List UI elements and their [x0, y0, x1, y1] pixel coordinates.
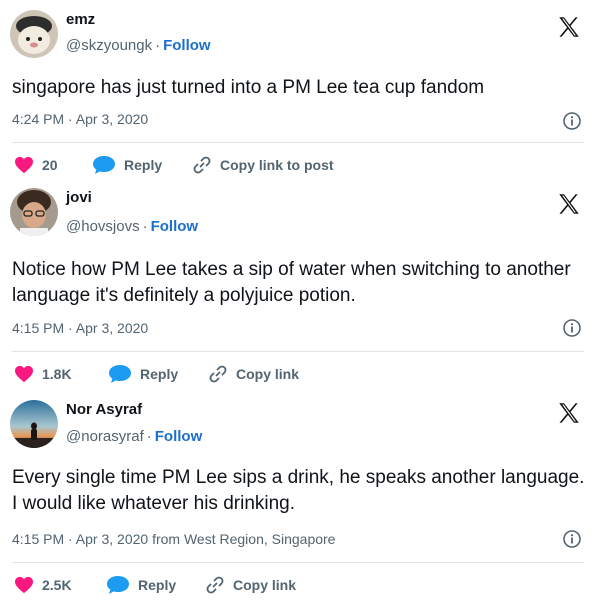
reply-bubble-icon	[109, 365, 131, 383]
display-name[interactable]: jovi	[66, 189, 92, 206]
divider	[12, 562, 584, 563]
copy-link-button[interactable]: Copy link	[205, 573, 296, 597]
tweet-text: singapore has just turned into a PM Lee …	[12, 77, 485, 98]
display-name[interactable]: Nor Asyraf	[66, 401, 142, 418]
user-handle[interactable]: @norasyraf	[66, 428, 144, 445]
reply-button[interactable]: Reply	[108, 362, 178, 386]
reply-button[interactable]: Reply	[92, 153, 162, 177]
divider	[12, 351, 584, 352]
heart-icon	[15, 156, 33, 174]
info-icon[interactable]	[562, 529, 582, 549]
x-logo-icon[interactable]	[556, 191, 582, 217]
heart-icon	[15, 576, 33, 594]
user-handle[interactable]: @hovsjovs	[66, 218, 140, 235]
display-name[interactable]: emz	[66, 11, 95, 28]
x-logo-icon[interactable]	[556, 14, 582, 40]
action-bar: 20 Reply Copy link to post	[0, 153, 600, 177]
user-handle[interactable]: @skzyoungk	[66, 37, 152, 54]
timestamp[interactable]: 4:15 PM · Apr 3, 2020	[12, 320, 148, 336]
copy-link-label: Copy link	[236, 366, 300, 382]
like-count: 2.5K	[42, 577, 72, 593]
copy-link-label: Copy link to post	[220, 157, 334, 173]
reply-label: Reply	[140, 366, 179, 382]
like-count: 1.8K	[42, 366, 72, 382]
avatar[interactable]	[10, 400, 58, 448]
like-button[interactable]: 2.5K	[14, 573, 72, 597]
x-logo-icon[interactable]	[556, 400, 582, 426]
tweet-card-nor-asyraf: Nor Asyraf @norasyraf · Follow Every singl…	[0, 390, 600, 600]
reply-button[interactable]: Reply	[106, 573, 176, 597]
timestamp[interactable]: 4:15 PM · Apr 3, 2020 from West Region, …	[12, 531, 335, 547]
avatar[interactable]	[10, 188, 58, 236]
copy-link-button[interactable]: Copy link to post	[192, 153, 334, 177]
reply-label: Reply	[124, 157, 163, 173]
info-icon[interactable]	[562, 111, 582, 131]
copy-link-button[interactable]: Copy link	[208, 362, 299, 386]
handle-line: @norasyraf · Follow	[66, 428, 203, 445]
tweet-card-jovi: jovi @hovsjovs · Follow Notice how PM Lee …	[0, 180, 600, 390]
heart-icon	[15, 365, 33, 383]
handle-line: @skzyoungk · Follow	[66, 37, 211, 54]
info-icon[interactable]	[562, 318, 582, 338]
tweet-text: Notice how PM Lee takes a sip of water w…	[12, 259, 571, 306]
link-icon	[209, 365, 227, 383]
like-count: 20	[42, 157, 58, 173]
reply-bubble-icon	[107, 576, 129, 594]
avatar[interactable]	[10, 10, 58, 58]
reply-bubble-icon	[93, 156, 115, 174]
divider	[12, 142, 584, 143]
follow-button[interactable]: Follow	[151, 218, 199, 235]
action-bar: 2.5K Reply Copy link	[0, 573, 600, 597]
handle-line: @hovsjovs · Follow	[66, 218, 199, 235]
copy-link-label: Copy link	[233, 577, 297, 593]
reply-label: Reply	[138, 577, 177, 593]
tweet-card-emz: emz @skzyoungk · Follow singapore has just…	[0, 0, 600, 180]
link-icon	[206, 576, 224, 594]
follow-button[interactable]: Follow	[163, 37, 211, 54]
follow-button[interactable]: Follow	[155, 428, 203, 445]
action-bar: 1.8K Reply Copy link	[0, 362, 600, 386]
link-icon	[193, 156, 211, 174]
timestamp[interactable]: 4:24 PM · Apr 3, 2020	[12, 111, 148, 127]
like-button[interactable]: 1.8K	[14, 362, 72, 386]
like-button[interactable]: 20	[14, 153, 58, 177]
tweet-text: Every single time PM Lee sips a drink, h…	[12, 467, 585, 514]
